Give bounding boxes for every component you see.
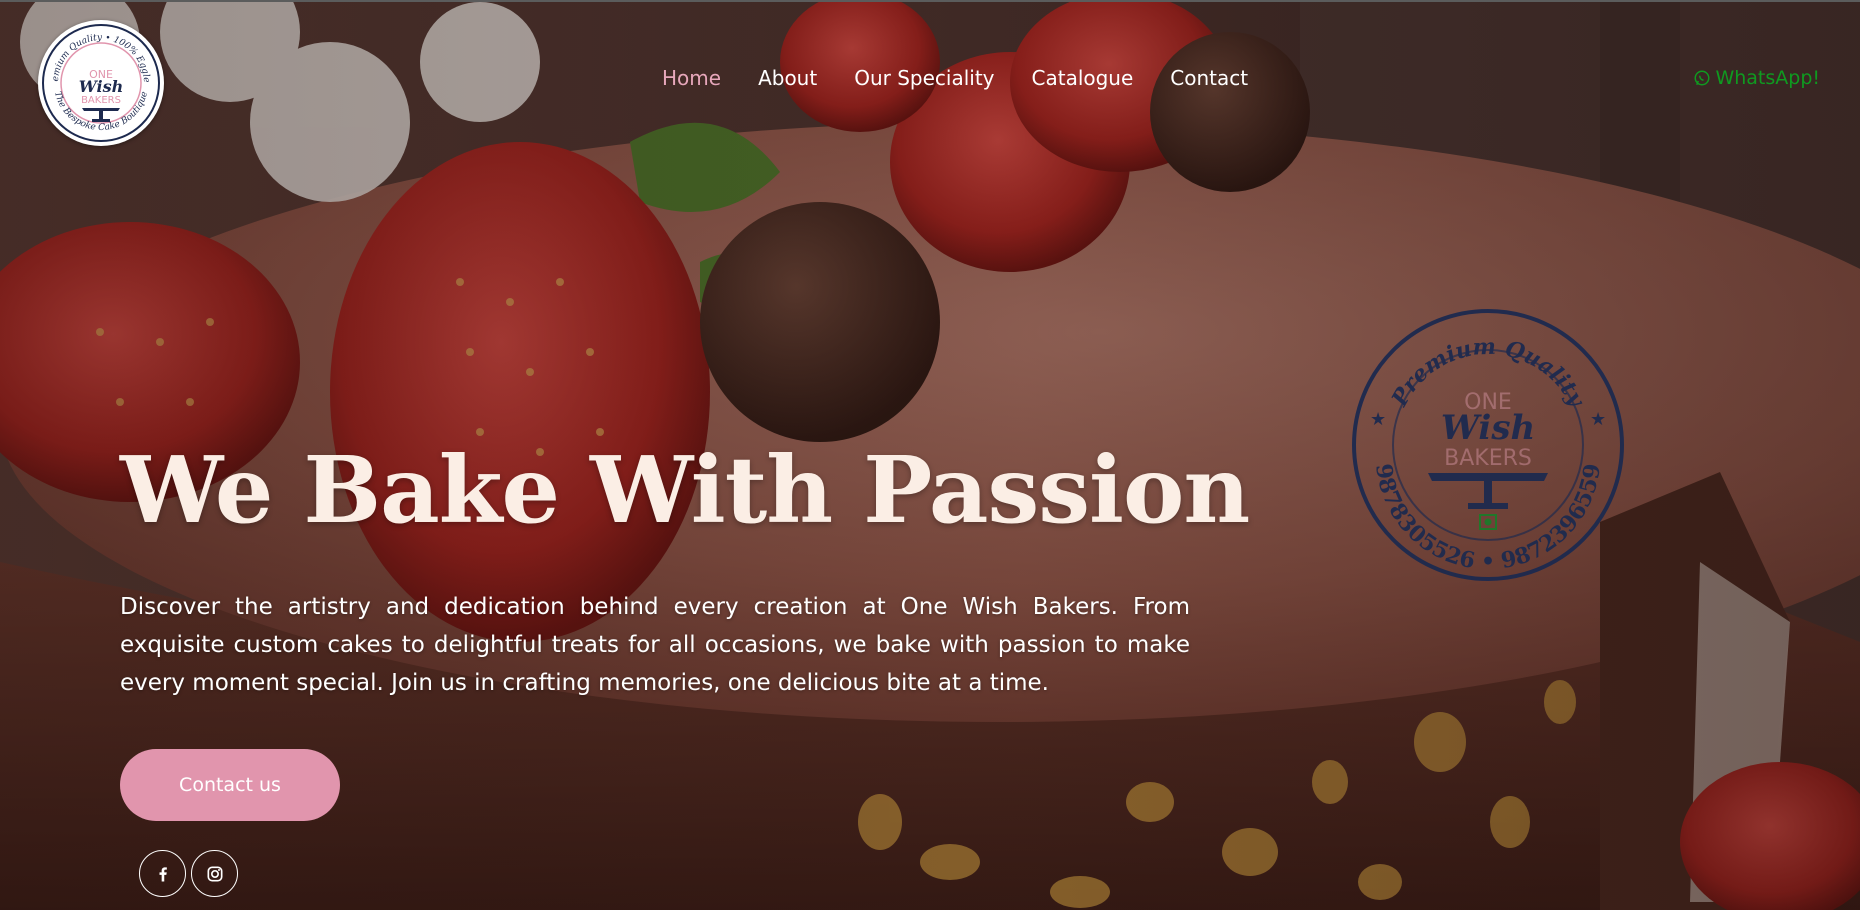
instagram-link[interactable] <box>191 850 238 897</box>
main-nav: Home About Our Speciality Catalogue Cont… <box>662 66 1285 90</box>
hero-description: Discover the artistry and dedication beh… <box>120 594 1190 696</box>
whatsapp-icon <box>1694 70 1710 86</box>
hero-headline: We Bake With Passion <box>120 436 1250 544</box>
watermark-bakers-text: BAKERS <box>1444 446 1532 471</box>
svg-text:★: ★ <box>1590 409 1606 430</box>
nav-catalogue[interactable]: Catalogue <box>1032 66 1134 90</box>
social-links <box>139 850 238 897</box>
nav-home[interactable]: Home <box>662 66 721 90</box>
hero-section: Premium Quality • 100% Eggless The Bespo… <box>0 0 1860 910</box>
cake-stand-logo-icon: Premium Quality • 100% Eggless The Bespo… <box>38 20 160 142</box>
contact-us-button[interactable]: Contact us <box>120 749 340 821</box>
brand-logo[interactable]: Premium Quality • 100% Eggless The Bespo… <box>38 20 164 146</box>
facebook-icon <box>159 866 167 881</box>
nav-about[interactable]: About <box>758 66 817 90</box>
nav-contact[interactable]: Contact <box>1170 66 1248 90</box>
instagram-icon <box>207 866 222 881</box>
facebook-link[interactable] <box>139 850 186 897</box>
whatsapp-link[interactable]: WhatsApp! <box>1693 67 1820 89</box>
logo-bakers-text: BAKERS <box>81 95 121 106</box>
svg-text:★: ★ <box>1370 409 1386 430</box>
nav-our-speciality[interactable]: Our Speciality <box>854 66 994 90</box>
cake-watermark-logo: Premium Quality 9878305526 • 9872396559 … <box>1352 309 1624 581</box>
whatsapp-label: WhatsApp! <box>1715 67 1820 89</box>
watermark-wish-text: Wish <box>1441 408 1535 448</box>
logo-wish-text: Wish <box>79 77 123 96</box>
